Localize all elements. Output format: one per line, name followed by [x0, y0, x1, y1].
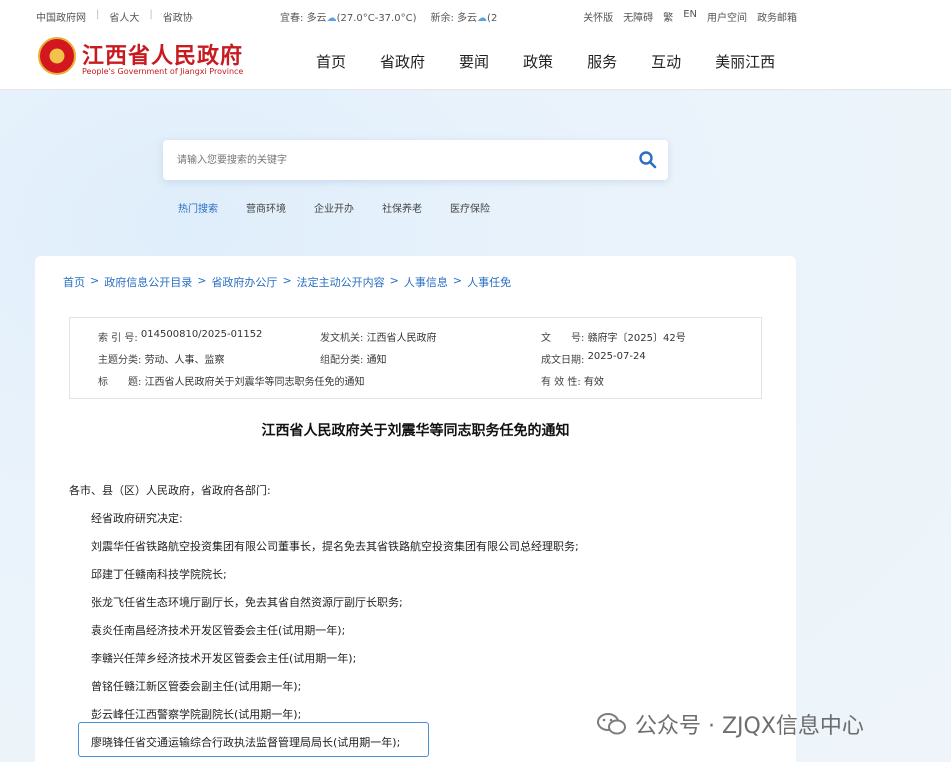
link-english[interactable]: EN [683, 9, 697, 24]
hot-link-pension[interactable]: 社保养老 [382, 200, 422, 215]
hot-link-company-setup[interactable]: 企业开办 [314, 200, 354, 215]
body-line: 袁炎任南昌经济技术开发区管委会主任(试用期一年); [91, 624, 346, 637]
weather-item: 宜春: 多云☁(27.0°C-37.0°C) [280, 13, 417, 24]
hot-search-links: 热门搜索 营商环境 企业开办 社保养老 医疗保险 [178, 200, 490, 215]
highlight-box [78, 722, 429, 757]
link-gov-mail[interactable]: 政务邮箱 [757, 9, 797, 24]
meta-topic: 主题分类: 劳动、人事、监察 [98, 355, 225, 366]
article-title: 江西省人民政府关于刘震华等同志职务任免的通知 [261, 423, 570, 439]
hot-search-label: 热门搜索 [178, 204, 218, 215]
link-cppcc[interactable]: 省政协 [163, 9, 193, 24]
crumb-disclosure[interactable]: 法定主动公开内容 [297, 274, 385, 290]
search-icon[interactable] [638, 150, 658, 170]
site-header: 江西省人民政府 People's Government of Jiangxi P… [0, 30, 951, 90]
meta-title: 标 题: 江西省人民政府关于刘震华等同志职务任免的通知 [98, 377, 365, 388]
salutation: 各市、县（区）人民政府，省政府各部门: [69, 484, 271, 497]
body-line: 李赣兴任萍乡经济技术开发区管委会主任(试用期一年); [91, 652, 357, 665]
body-line: 曾铭任赣江新区管委会副主任(试用期一年); [91, 680, 302, 693]
divider: | [149, 9, 153, 20]
national-emblem-icon [38, 37, 76, 75]
top-utility-bar: 中国政府网 | 省人大 | 省政协 宜春: 多云☁(27.0°C-37.0°C)… [0, 0, 951, 30]
article-card: 首页 > 政府信息公开目录 > 省政府办公厅 > 法定主动公开内容 > 人事信息 > 人事… [35, 256, 796, 762]
hot-link-business-env[interactable]: 营商环境 [246, 200, 286, 215]
body-line: 经省政府研究决定: [91, 512, 183, 525]
meta-index: 索 引 号: 014500810/2025-01152 [98, 329, 263, 344]
nav-news[interactable]: 要闻 [459, 51, 489, 72]
weather-ticker: 宜春: 多云☁(27.0°C-37.0°C) 新余: 多云☁(2 [280, 9, 497, 24]
cloud-icon: ☁ [326, 13, 337, 24]
weather-item: 新余: 多云☁(2 [430, 13, 498, 24]
document-meta-table: 索 引 号: 014500810/2025-01152 发文机关: 江西省人民政… [69, 317, 762, 399]
body-line: 张龙飞任省生态环境厅副厅长，免去其省自然资源厅副厅长职务; [91, 596, 403, 609]
cloud-icon: ☁ [477, 13, 488, 24]
nav-home[interactable]: 首页 [316, 51, 346, 72]
hot-link-medical-insurance[interactable]: 医疗保险 [450, 200, 490, 215]
meta-category: 组配分类: 通知 [320, 355, 387, 366]
meta-validity: 有 效 性: 有效 [541, 377, 604, 388]
crumb-office[interactable]: 省政府办公厅 [211, 274, 277, 290]
wechat-icon [597, 712, 627, 736]
search-input[interactable] [177, 150, 617, 170]
body-line: 邱建丁任赣南科技学院院长; [91, 568, 227, 581]
nav-provincial-gov[interactable]: 省政府 [380, 51, 425, 72]
link-gov-cn[interactable]: 中国政府网 [36, 9, 86, 24]
link-accessibility[interactable]: 无障碍 [623, 9, 653, 24]
crumb-personnel[interactable]: 人事信息 [404, 274, 448, 290]
watermark: 公众号 · ZJQX信息中心 [597, 708, 864, 740]
crumb-appointments[interactable]: 人事任免 [467, 274, 511, 290]
link-traditional[interactable]: 繁 [663, 9, 673, 24]
top-links: 中国政府网 | 省人大 | 省政协 [36, 9, 193, 24]
crumb-catalog[interactable]: 政府信息公开目录 [104, 274, 192, 290]
breadcrumb: 首页 > 政府信息公开目录 > 省政府办公厅 > 法定主动公开内容 > 人事信息 > 人事… [63, 274, 512, 290]
meta-date: 成文日期: 2025-07-24 [541, 351, 646, 366]
nav-interaction[interactable]: 互动 [651, 51, 681, 72]
link-elder-mode[interactable]: 关怀版 [583, 9, 613, 24]
link-provincial-congress[interactable]: 省人大 [109, 9, 139, 24]
divider: | [96, 9, 100, 20]
watermark-text: 公众号 · ZJQX信息中心 [635, 714, 864, 739]
link-user-space[interactable]: 用户空间 [707, 9, 747, 24]
body-line: 刘震华任省铁路航空投资集团有限公司董事长，提名免去其省铁路航空投资集团有限公司总… [91, 540, 579, 553]
nav-beautiful-jiangxi[interactable]: 美丽江西 [715, 51, 775, 72]
search-box [163, 140, 668, 180]
meta-doc-number: 文 号: 赣府字〔2025〕42号 [541, 333, 686, 344]
site-logo-subtitle: People's Government of Jiangxi Province [82, 67, 244, 76]
main-nav: 首页 省政府 要闻 政策 服务 互动 美丽江西 [316, 51, 775, 72]
top-right-links: 关怀版 无障碍 繁 EN 用户空间 政务邮箱 [583, 9, 797, 24]
site-logo-title[interactable]: 江西省人民政府 [82, 38, 243, 70]
nav-services[interactable]: 服务 [587, 51, 617, 72]
article-body: 各市、县（区）人民政府，省政府各部门: 经省政府研究决定: 刘震华任省铁路航空投… [69, 477, 579, 757]
nav-policy[interactable]: 政策 [523, 51, 553, 72]
crumb-home[interactable]: 首页 [63, 274, 85, 290]
meta-issuer: 发文机关: 江西省人民政府 [320, 333, 437, 344]
